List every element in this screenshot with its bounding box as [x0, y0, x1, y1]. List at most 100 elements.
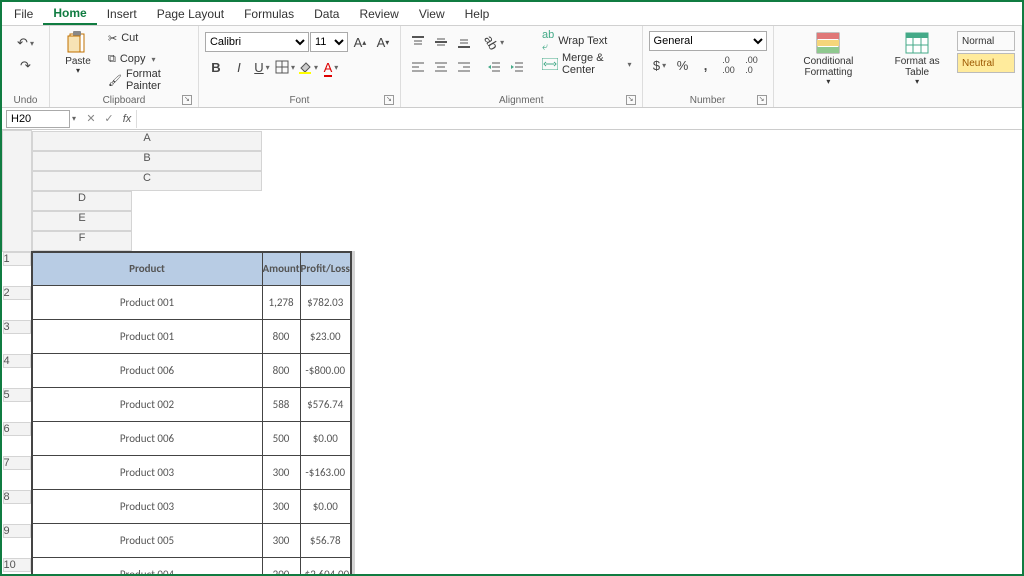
redo-button[interactable]: ↷: [15, 55, 37, 77]
col-header-C[interactable]: C: [32, 171, 262, 191]
cell-A6[interactable]: Product 006: [32, 422, 263, 456]
cancel-formula-icon[interactable]: ✕: [82, 112, 100, 125]
align-center-icon[interactable]: [430, 56, 452, 78]
menu-item-review[interactable]: Review: [349, 2, 408, 25]
clipboard-launcher-icon[interactable]: ↘: [182, 95, 192, 105]
accounting-format-icon[interactable]: $: [649, 54, 671, 76]
cell-B7[interactable]: 300: [262, 456, 300, 490]
decrease-indent-icon[interactable]: [483, 56, 505, 78]
cell-C4[interactable]: -$800.00: [300, 354, 351, 388]
italic-button[interactable]: I: [228, 56, 250, 78]
percent-format-icon[interactable]: %: [672, 54, 694, 76]
row-header-4[interactable]: 4: [3, 354, 31, 368]
undo-button[interactable]: ↶: [15, 32, 37, 54]
font-size-select[interactable]: 11: [310, 32, 348, 52]
cell-A5[interactable]: Product 002: [32, 388, 263, 422]
row-header-7[interactable]: 7: [3, 456, 31, 470]
row-header-10[interactable]: 10: [3, 558, 31, 572]
cell-C10[interactable]: -$2,604.00: [300, 558, 351, 575]
cell-A9[interactable]: Product 005: [32, 524, 263, 558]
cell-F1[interactable]: [353, 252, 354, 286]
cell-F5[interactable]: [353, 388, 354, 422]
cut-button[interactable]: ✂Cut: [104, 28, 192, 48]
cell-F8[interactable]: [353, 490, 354, 524]
format-as-table-button[interactable]: Format as Table▾: [881, 28, 953, 89]
cell-B4[interactable]: 800: [262, 354, 300, 388]
formula-input[interactable]: [136, 110, 1022, 128]
col-header-F[interactable]: F: [32, 231, 132, 251]
font-color-button[interactable]: A: [320, 56, 342, 78]
row-header-3[interactable]: 3: [3, 320, 31, 334]
row-header-6[interactable]: 6: [3, 422, 31, 436]
col-header-E[interactable]: E: [32, 211, 132, 231]
cell-F6[interactable]: [353, 422, 354, 456]
row-header-8[interactable]: 8: [3, 490, 31, 504]
menu-item-insert[interactable]: Insert: [97, 2, 147, 25]
cell-F4[interactable]: [353, 354, 354, 388]
col-header-B[interactable]: B: [32, 151, 262, 171]
cell-C9[interactable]: $56.78: [300, 524, 351, 558]
font-name-select[interactable]: Calibri: [205, 32, 309, 52]
cell-C1[interactable]: Profit/Loss: [300, 252, 351, 286]
cell-A1[interactable]: Product: [32, 252, 263, 286]
wrap-text-button[interactable]: ab⤶Wrap Text: [538, 31, 636, 51]
borders-button[interactable]: [274, 56, 296, 78]
conditional-formatting-button[interactable]: Conditional Formatting▾: [780, 28, 878, 89]
worksheet-area[interactable]: ABCDEF1ProductAmountProfit/Loss2Product …: [2, 130, 1022, 574]
number-format-select[interactable]: General: [649, 31, 767, 51]
comma-format-icon[interactable]: ,: [695, 54, 717, 76]
enter-formula-icon[interactable]: ✓: [100, 112, 118, 125]
merge-center-button[interactable]: Merge & Center: [538, 54, 636, 74]
increase-indent-icon[interactable]: [506, 56, 528, 78]
cell-F2[interactable]: [353, 286, 354, 320]
orientation-icon[interactable]: ab: [483, 31, 505, 53]
align-launcher-icon[interactable]: ↘: [626, 95, 636, 105]
cell-B6[interactable]: 500: [262, 422, 300, 456]
cell-style-normal[interactable]: Normal: [957, 31, 1015, 51]
row-header-9[interactable]: 9: [3, 524, 31, 538]
cell-A2[interactable]: Product 001: [32, 286, 263, 320]
col-header-A[interactable]: A: [32, 131, 262, 151]
cell-B8[interactable]: 300: [262, 490, 300, 524]
align-left-icon[interactable]: [407, 56, 429, 78]
bold-button[interactable]: B: [205, 56, 227, 78]
row-header-2[interactable]: 2: [3, 286, 31, 300]
cell-B3[interactable]: 800: [262, 320, 300, 354]
cell-C2[interactable]: $782.03: [300, 286, 351, 320]
name-box[interactable]: [6, 110, 70, 128]
cell-C3[interactable]: $23.00: [300, 320, 351, 354]
col-header-D[interactable]: D: [32, 191, 132, 211]
align-top-icon[interactable]: [407, 31, 429, 53]
format-painter-button[interactable]: 🖌Format Painter: [104, 70, 192, 90]
cell-B9[interactable]: 300: [262, 524, 300, 558]
cell-A4[interactable]: Product 006: [32, 354, 263, 388]
cell-B2[interactable]: 1,278: [262, 286, 300, 320]
cell-C7[interactable]: -$163.00: [300, 456, 351, 490]
align-middle-icon[interactable]: [430, 31, 452, 53]
underline-button[interactable]: U: [251, 56, 273, 78]
fx-icon[interactable]: fx: [118, 113, 136, 125]
copy-button[interactable]: ⧉Copy: [104, 49, 192, 69]
menu-item-data[interactable]: Data: [304, 2, 349, 25]
menu-item-formulas[interactable]: Formulas: [234, 2, 304, 25]
select-all-corner[interactable]: [3, 131, 32, 252]
cell-B5[interactable]: 588: [262, 388, 300, 422]
cell-F10[interactable]: [353, 558, 354, 575]
menu-item-home[interactable]: Home: [43, 2, 96, 25]
cell-A8[interactable]: Product 003: [32, 490, 263, 524]
menu-item-file[interactable]: File: [4, 2, 43, 25]
menu-item-view[interactable]: View: [409, 2, 455, 25]
decrease-decimal-icon[interactable]: .00.0: [741, 54, 763, 76]
menu-item-help[interactable]: Help: [455, 2, 500, 25]
row-header-5[interactable]: 5: [3, 388, 31, 402]
cell-A10[interactable]: Product 004: [32, 558, 263, 575]
increase-decimal-icon[interactable]: .0.00: [718, 54, 740, 76]
cell-A3[interactable]: Product 001: [32, 320, 263, 354]
cell-F9[interactable]: [353, 524, 354, 558]
row-header-1[interactable]: 1: [3, 252, 31, 266]
menu-item-page-layout[interactable]: Page Layout: [147, 2, 234, 25]
paste-button[interactable]: Paste ▾: [56, 28, 100, 78]
cell-F3[interactable]: [353, 320, 354, 354]
fill-color-button[interactable]: [297, 56, 319, 78]
align-right-icon[interactable]: [453, 56, 475, 78]
